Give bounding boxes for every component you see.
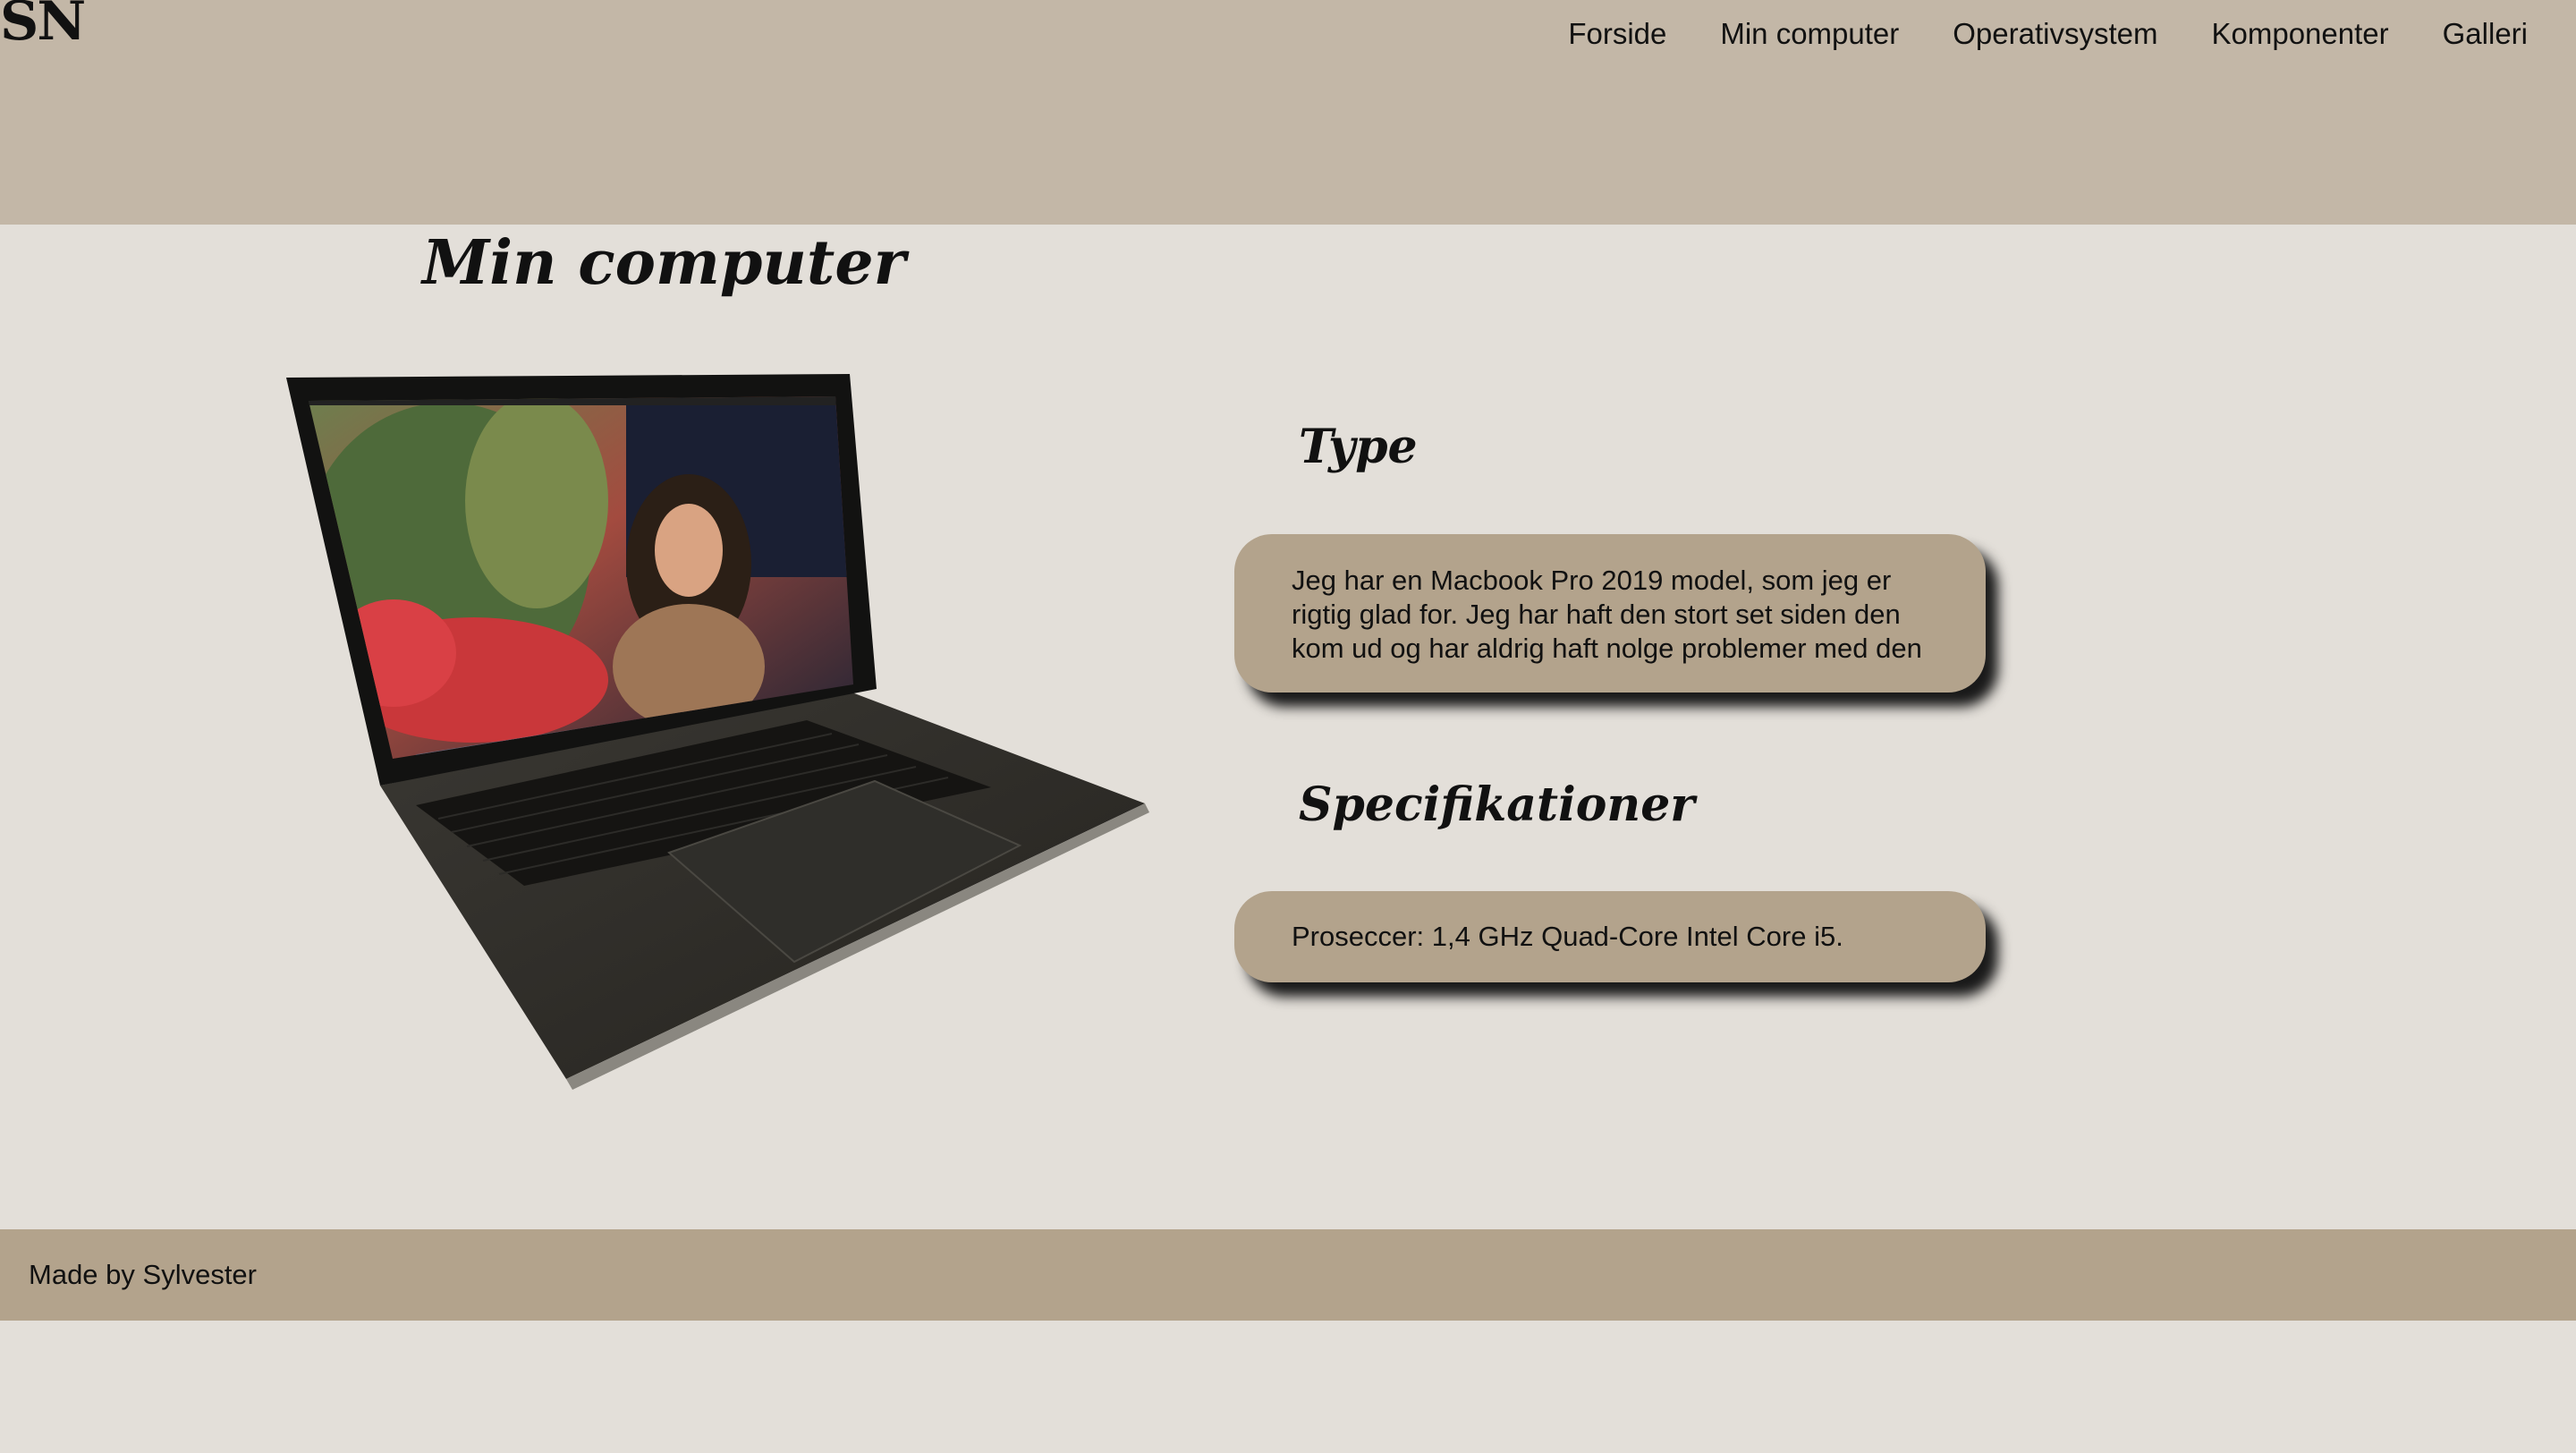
site-header: SN Forside Min computer Operativsystem K… (0, 0, 2576, 225)
nav-link-komponenter[interactable]: Komponenter (2212, 16, 2389, 52)
spec-text: Proseccer: 1,4 GHz Quad-Core Intel Core … (1292, 921, 1843, 952)
spec-heading: Specifikationer (1299, 777, 1695, 832)
main-nav: Forside Min computer Operativsystem Komp… (1568, 16, 2528, 52)
footer-text: Made by Sylvester (29, 1259, 257, 1290)
nav-link-galleri[interactable]: Galleri (2443, 16, 2528, 52)
nav-link-forside[interactable]: Forside (1568, 16, 1666, 52)
nav-link-min-computer[interactable]: Min computer (1720, 16, 1899, 52)
type-text: Jeg har en Macbook Pro 2019 model, som j… (1292, 565, 1922, 664)
page-title: Min computer (422, 227, 906, 299)
site-footer: Made by Sylvester (0, 1229, 2576, 1321)
spec-card: Proseccer: 1,4 GHz Quad-Core Intel Core … (1234, 891, 1986, 982)
nav-link-operativsystem[interactable]: Operativsystem (1953, 16, 2157, 52)
site-logo[interactable]: SN (0, 0, 86, 48)
type-card: Jeg har en Macbook Pro 2019 model, som j… (1234, 534, 1986, 693)
type-heading: Type (1299, 420, 1418, 474)
laptop-image (268, 358, 1154, 1100)
